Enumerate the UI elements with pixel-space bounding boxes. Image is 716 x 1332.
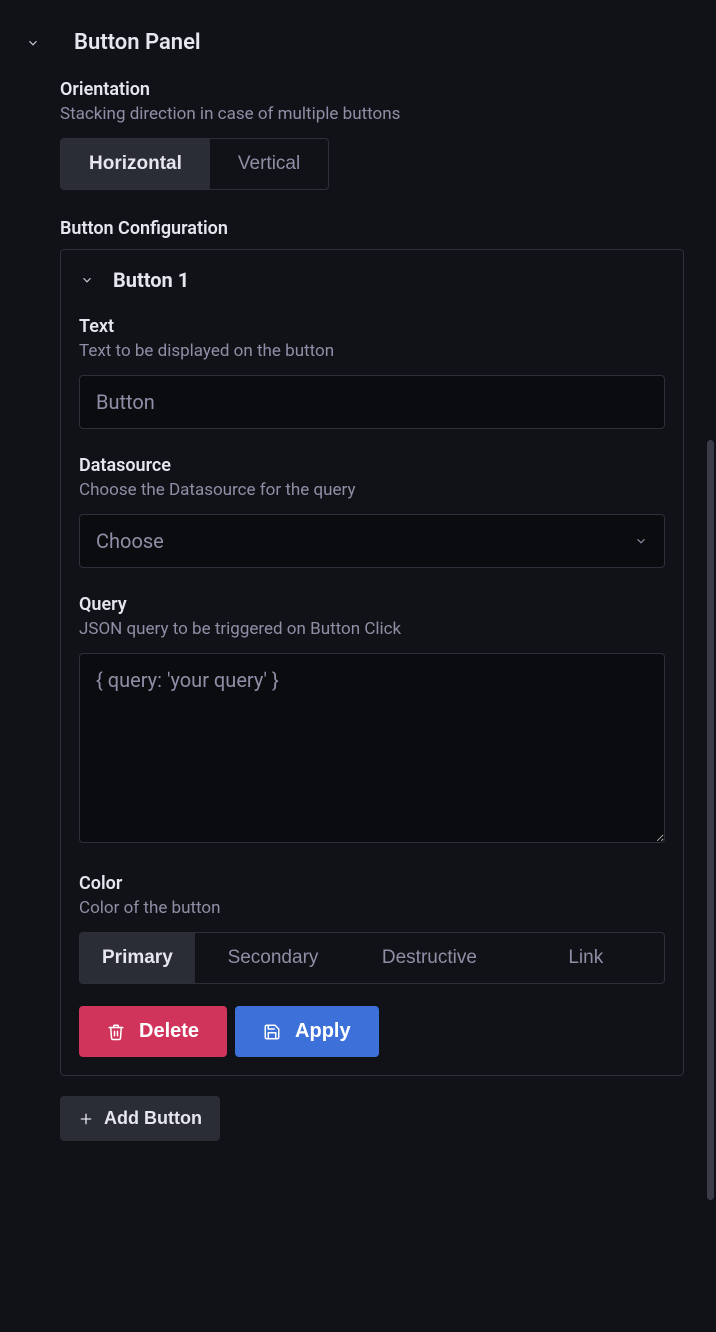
color-link[interactable]: Link bbox=[508, 933, 664, 983]
scrollbar[interactable] bbox=[707, 440, 714, 1200]
chevron-down-icon bbox=[634, 534, 648, 548]
color-description: Color of the button bbox=[79, 898, 665, 918]
save-icon bbox=[263, 1023, 281, 1041]
add-button[interactable]: Add Button bbox=[60, 1096, 220, 1141]
text-label: Text bbox=[79, 316, 665, 337]
plus-icon bbox=[78, 1111, 94, 1127]
datasource-label: Datasource bbox=[79, 455, 665, 476]
orientation-field: Orientation Stacking direction in case o… bbox=[60, 79, 684, 218]
button1-actions: Delete Apply bbox=[79, 1006, 665, 1057]
color-primary[interactable]: Primary bbox=[80, 933, 195, 983]
color-secondary[interactable]: Secondary bbox=[195, 933, 351, 983]
apply-label: Apply bbox=[295, 1020, 351, 1043]
color-toggle-group: Primary Secondary Destructive Link bbox=[79, 932, 665, 984]
apply-button[interactable]: Apply bbox=[235, 1006, 379, 1057]
orientation-toggle-group: Horizontal Vertical bbox=[60, 138, 329, 190]
text-description: Text to be displayed on the button bbox=[79, 341, 665, 361]
add-button-label: Add Button bbox=[104, 1108, 202, 1129]
button1-title: Button 1 bbox=[113, 268, 189, 292]
color-label: Color bbox=[79, 873, 665, 894]
trash-icon bbox=[107, 1023, 125, 1041]
query-textarea[interactable] bbox=[79, 653, 665, 843]
orientation-label: Orientation bbox=[60, 79, 684, 100]
color-destructive[interactable]: Destructive bbox=[351, 933, 507, 983]
datasource-select[interactable]: Choose bbox=[79, 514, 665, 568]
query-label: Query bbox=[79, 594, 665, 615]
orientation-horizontal[interactable]: Horizontal bbox=[61, 139, 210, 189]
orientation-vertical[interactable]: Vertical bbox=[210, 139, 328, 189]
delete-button[interactable]: Delete bbox=[79, 1006, 227, 1057]
delete-label: Delete bbox=[139, 1020, 199, 1043]
text-input[interactable] bbox=[79, 375, 665, 429]
panel-header[interactable]: Button Panel bbox=[0, 20, 716, 79]
datasource-description: Choose the Datasource for the query bbox=[79, 480, 665, 500]
button1-header[interactable]: Button 1 bbox=[79, 268, 665, 292]
query-description: JSON query to be triggered on Button Cli… bbox=[79, 619, 665, 639]
chevron-down-icon bbox=[79, 272, 95, 288]
orientation-description: Stacking direction in case of multiple b… bbox=[60, 104, 684, 124]
chevron-down-icon bbox=[24, 34, 42, 52]
button-config-box: Button 1 Text Text to be displayed on th… bbox=[60, 249, 684, 1076]
button-config-label: Button Configuration bbox=[60, 218, 684, 239]
panel-title: Button Panel bbox=[74, 30, 201, 55]
datasource-placeholder: Choose bbox=[96, 529, 164, 553]
